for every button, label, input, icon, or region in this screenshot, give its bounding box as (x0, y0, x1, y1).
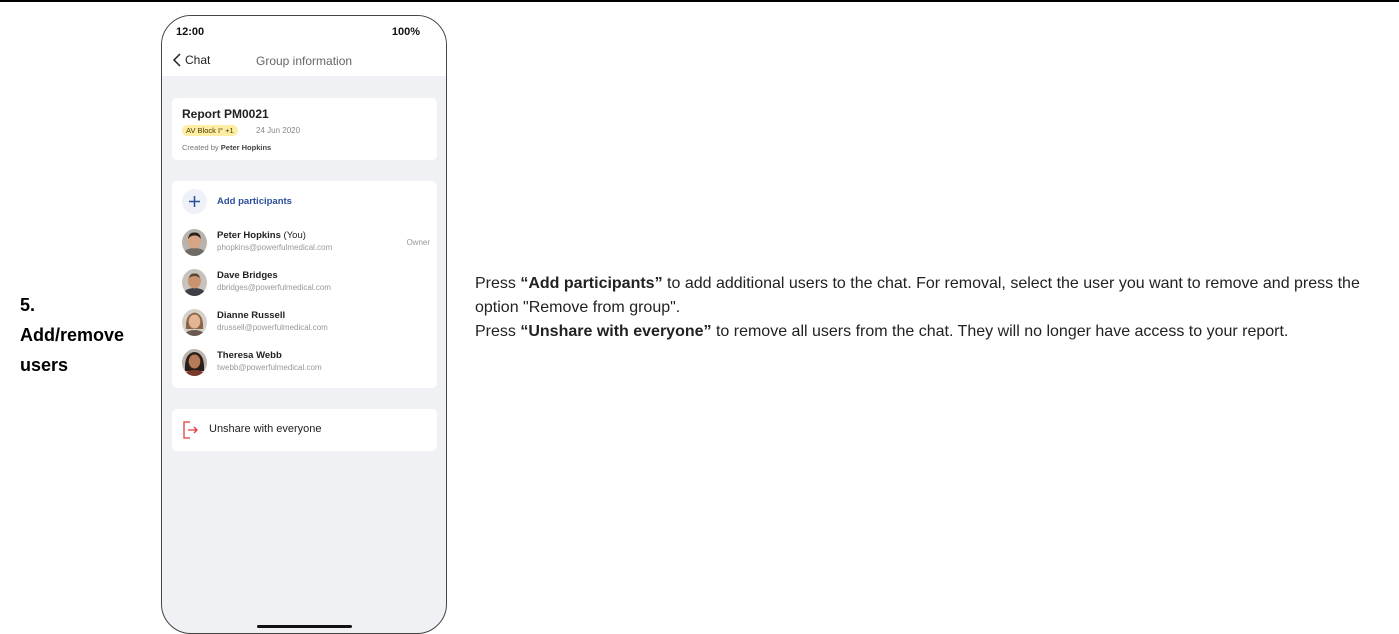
created-by-name: Peter Hopkins (220, 143, 272, 152)
unshare-label: Unshare with everyone (209, 423, 322, 435)
unshare-exit-icon (183, 421, 198, 439)
participant-role: Owner (406, 238, 430, 247)
home-indicator[interactable] (257, 625, 352, 628)
participant-row[interactable]: Peter Hopkins (You) phopkins@powerfulmed… (182, 229, 432, 261)
participant-email: dbridges@powerfulmedical.com (217, 283, 331, 292)
report-created-by: Created by Peter Hopkins (182, 143, 271, 152)
status-time: 12:00 (176, 26, 205, 38)
participant-email: drussell@powerfulmedical.com (217, 323, 328, 332)
created-prefix: Created by (182, 143, 219, 152)
phone-header: 12:00 100% Chat Group information (162, 16, 446, 76)
avatar (182, 229, 207, 256)
step-heading: 5. Add/remove users (20, 290, 124, 380)
plus-icon (182, 189, 207, 214)
report-title: Report PM0021 (182, 107, 269, 121)
instruction-text: Press “Add participants” to add addition… (475, 272, 1375, 344)
participant-row[interactable]: Dianne Russell drussell@powerfulmedical.… (182, 309, 432, 341)
report-date: 24 Jun 2020 (256, 126, 301, 135)
phone-mockup: 12:00 100% Chat Group information Report… (161, 15, 447, 634)
back-button[interactable]: Chat (172, 53, 210, 67)
add-participants-label: Add participants (217, 196, 292, 207)
diagnosis-tag: AV Block I° +1 (182, 125, 238, 136)
participant-row[interactable]: Dave Bridges dbridges@powerfulmedical.co… (182, 269, 432, 301)
participant-row[interactable]: Theresa Webb twebb@powerfulmedical.com (182, 349, 432, 381)
participant-email: twebb@powerfulmedical.com (217, 363, 322, 372)
instruction-paragraph-unshare: Press “Unshare with everyone” to remove … (475, 323, 1289, 340)
step-title-line1: Add/remove (20, 325, 125, 345)
participant-name: Peter Hopkins (You) (217, 230, 306, 241)
avatar (182, 309, 207, 336)
participant-name: Dianne Russell (217, 310, 286, 321)
report-card[interactable]: Report PM0021 AV Block I° +1 24 Jun 2020… (172, 98, 437, 160)
step-title-line2: users (20, 355, 69, 375)
participants-card: Add participants Peter Hopkins (You) pho… (172, 181, 437, 388)
nav-title: Group information (256, 54, 353, 68)
participant-name: Theresa Webb (217, 350, 282, 361)
chevron-left-icon (172, 53, 181, 67)
back-label: Chat (185, 53, 211, 67)
add-participants-button[interactable]: Add participants (182, 189, 292, 214)
participant-email: phopkins@powerfulmedical.com (217, 243, 333, 252)
participant-name: Dave Bridges (217, 270, 278, 281)
top-divider (0, 0, 1399, 2)
step-number: 5. (20, 295, 36, 315)
status-battery: 100% (391, 26, 420, 38)
avatar (182, 269, 207, 296)
instruction-paragraph-add: Press “Add participants” to add addition… (475, 275, 1360, 316)
unshare-with-everyone-button[interactable]: Unshare with everyone (172, 409, 437, 451)
avatar (182, 349, 207, 376)
